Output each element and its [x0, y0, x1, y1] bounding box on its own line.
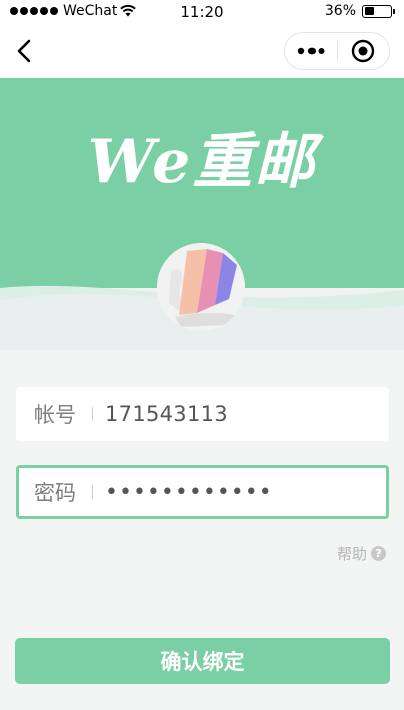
confirm-bind-button[interactable]: 确认绑定	[15, 638, 390, 684]
user-avatar	[157, 243, 245, 331]
status-right: 36%	[324, 3, 395, 19]
back-button[interactable]	[8, 35, 40, 67]
battery-icon	[362, 4, 395, 18]
avatar-image	[157, 243, 245, 331]
mini-program-capsule	[284, 32, 390, 70]
nav-bar	[0, 24, 404, 78]
battery-fill	[364, 7, 374, 15]
target-circle-icon	[352, 39, 375, 63]
password-label: 密码	[34, 481, 76, 505]
account-label: 帐号	[34, 403, 76, 427]
account-field[interactable]: 帐号 171543113	[16, 387, 389, 441]
password-input[interactable]: ••••••••••••	[105, 480, 273, 505]
more-button[interactable]	[285, 33, 337, 69]
close-mini-program-button[interactable]	[337, 33, 389, 69]
status-bar: WeChat 11:20 36%	[0, 0, 404, 24]
question-circle-icon: ?	[371, 546, 386, 561]
chevron-left-icon	[17, 39, 31, 63]
help-link[interactable]: 帮助 ?	[337, 543, 386, 564]
password-separator	[92, 485, 93, 499]
account-separator	[92, 407, 93, 421]
battery-percent: 36%	[324, 3, 356, 19]
help-label: 帮助	[336, 545, 367, 563]
hero-banner: We重邮	[0, 78, 404, 350]
app-logo-text: We重邮	[87, 127, 317, 197]
more-dots-icon	[297, 47, 325, 55]
account-input[interactable]: 171543113	[105, 402, 228, 426]
password-field[interactable]: 密码 ••••••••••••	[16, 465, 389, 519]
